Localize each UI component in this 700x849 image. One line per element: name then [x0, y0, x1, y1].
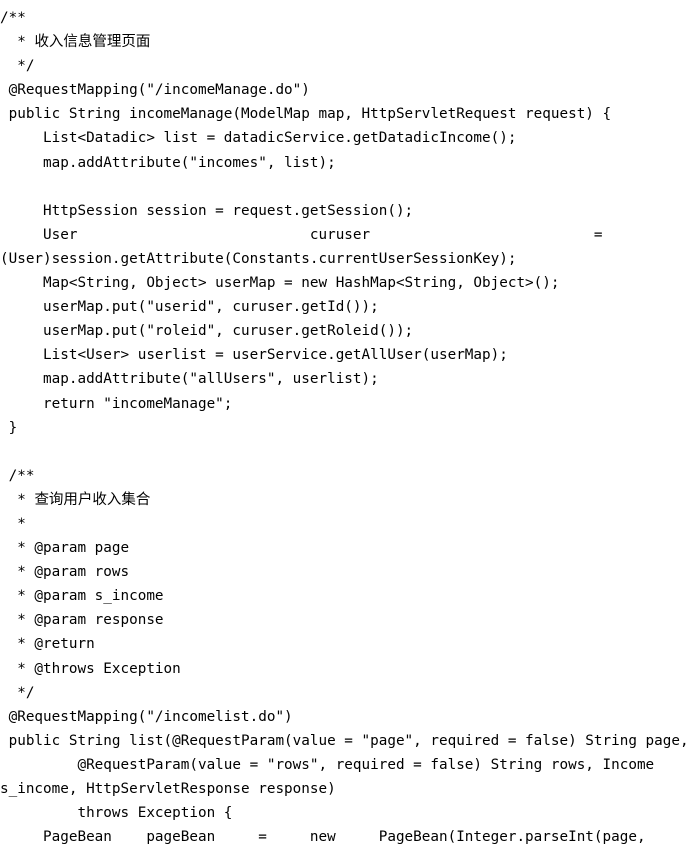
code-line: PageBean pageBean = new PageBean(Integer… — [0, 829, 646, 846]
code-line: * @param page — [0, 540, 130, 557]
code-line: s_income, HttpServletResponse response) — [0, 781, 336, 797]
code-line: * @param response — [0, 612, 164, 629]
code-line: HttpSession session = request.getSession… — [0, 202, 414, 219]
code-line: map.addAttribute("allUsers", userlist); — [0, 371, 379, 388]
code-document: /** * 收入信息管理页面 */ @RequestMapping("/inco… — [0, 0, 700, 849]
code-line: userMap.put("userid", curuser.getId()); — [0, 299, 379, 316]
code-line: * @param rows — [0, 564, 130, 581]
code-line: Map<String, Object> userMap = new HashMa… — [0, 275, 560, 292]
code-line: public String incomeManage(ModelMap map,… — [0, 106, 612, 123]
code-line: User curuser = — [0, 226, 603, 243]
code-line: return "incomeManage"; — [0, 395, 233, 412]
code-line: throws Exception { — [0, 805, 233, 822]
code-line: * @return — [0, 636, 95, 653]
code-line: } — [0, 419, 18, 436]
code-line: /** — [0, 10, 26, 26]
cjk-text: 收入信息管理页面 — [34, 34, 151, 51]
code-line: * @throws Exception — [0, 660, 181, 677]
cjk-text: 查询用户收入集合 — [34, 491, 151, 508]
code-line: @RequestParam(value = "rows", required =… — [0, 756, 655, 773]
code-line: (User)session.getAttribute(Constants.cur… — [0, 250, 517, 267]
code-line: */ — [0, 58, 35, 75]
code-line: public String list(@RequestParam(value =… — [0, 732, 689, 749]
code-line: * 收入信息管理页面 — [0, 34, 151, 51]
code-line: List<User> userlist = userService.getAll… — [0, 347, 508, 364]
code-line: /** — [0, 467, 35, 484]
code-line: * — [0, 515, 26, 532]
code-line: userMap.put("roleid", curuser.getRoleid(… — [0, 323, 414, 340]
code-line: List<Datadic> list = datadicService.getD… — [0, 130, 517, 147]
code-line: * @param s_income — [0, 588, 164, 605]
code-line: map.addAttribute("incomes", list); — [0, 154, 336, 171]
code-line: @RequestMapping("/incomeManage.do") — [0, 82, 310, 99]
code-line: @RequestMapping("/incomelist.do") — [0, 708, 293, 725]
code-line: * 查询用户收入集合 — [0, 491, 151, 508]
code-line: */ — [0, 684, 35, 701]
